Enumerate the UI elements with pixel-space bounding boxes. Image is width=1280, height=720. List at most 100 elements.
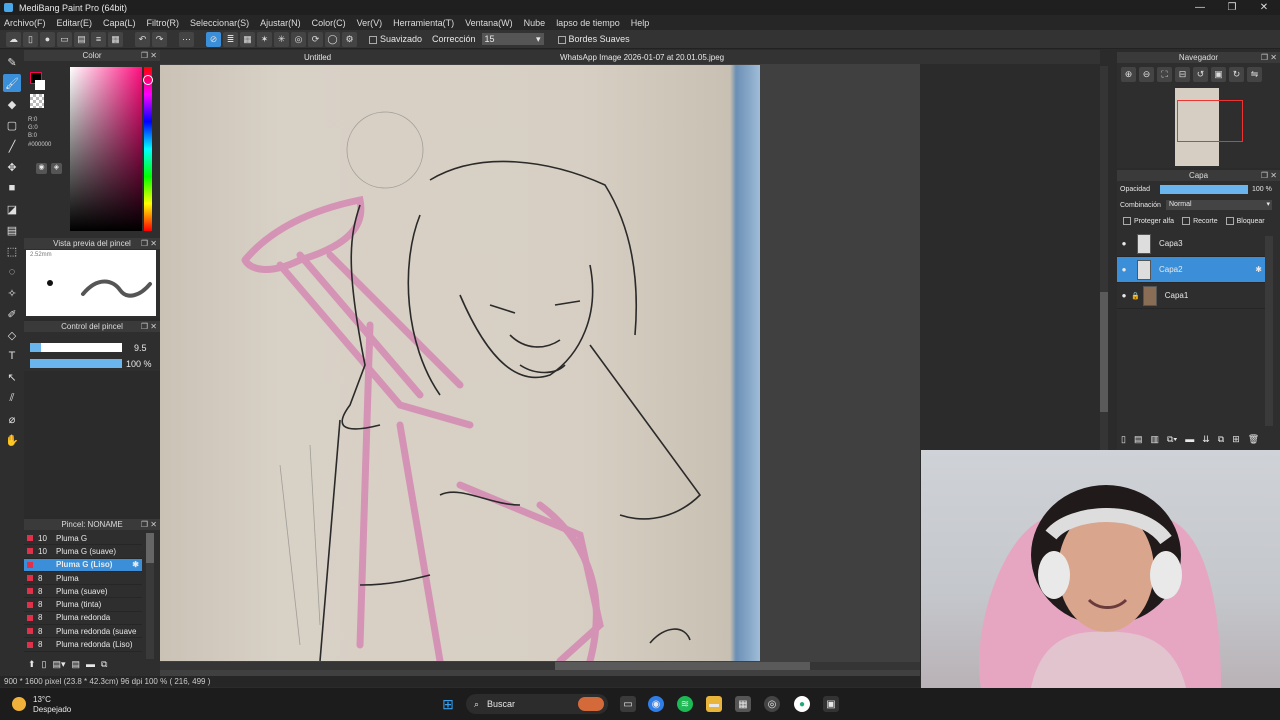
- brush-item[interactable]: 8 Pluma (suave): [24, 585, 142, 599]
- layer-opacity-slider[interactable]: [1160, 184, 1248, 194]
- fit-icon[interactable]: ⛶: [1157, 67, 1172, 82]
- trash-icon[interactable]: 🗑: [1248, 434, 1259, 445]
- transparent-swatch[interactable]: [30, 94, 44, 108]
- rect-icon[interactable]: ▢: [3, 116, 21, 134]
- perspective-snap-icon[interactable]: ✳: [274, 31, 289, 47]
- move-icon[interactable]: ✥: [3, 158, 21, 176]
- brush-item[interactable]: 10 Pluma G: [24, 532, 142, 546]
- hand-icon[interactable]: ✋: [3, 431, 21, 449]
- color-pick-icon[interactable]: ◈: [51, 163, 62, 174]
- gear-icon[interactable]: ✱: [132, 560, 139, 569]
- minimize-button[interactable]: —: [1184, 0, 1216, 15]
- obs-icon[interactable]: ◎: [764, 696, 780, 712]
- new-layer-icon[interactable]: ▯: [1121, 434, 1126, 445]
- visibility-eye-icon[interactable]: ●: [1117, 265, 1131, 274]
- hue-handle[interactable]: [143, 75, 153, 85]
- layer-row-selected[interactable]: ● Capa2 ✱: [1117, 257, 1265, 283]
- brush-item[interactable]: 10 Pluma G (suave): [24, 545, 142, 559]
- saturation-value-picker[interactable]: [70, 67, 142, 231]
- pen-icon[interactable]: ✎: [3, 53, 21, 71]
- gradient-icon[interactable]: ▤: [3, 221, 21, 239]
- grid-snap-icon[interactable]: ▦: [240, 31, 255, 47]
- curve-snap-icon[interactable]: ⟳: [308, 31, 323, 47]
- radial-snap-icon[interactable]: ✶: [257, 31, 272, 47]
- panel-close-icon[interactable]: ❐ ✕: [141, 322, 157, 331]
- menu-icon[interactable]: ≡: [91, 31, 106, 47]
- menu-cloud[interactable]: Nube: [524, 18, 546, 28]
- lock-icon[interactable]: 🔒: [1131, 292, 1140, 300]
- menu-select[interactable]: Seleccionar(S): [190, 18, 249, 28]
- maximize-button[interactable]: ❐: [1216, 0, 1248, 15]
- panel-close-icon[interactable]: ❐ ✕: [141, 520, 157, 529]
- brush-item[interactable]: 8 Pluma redonda: [24, 612, 142, 626]
- dotted-select-icon[interactable]: ⋯: [179, 31, 194, 47]
- layer-row[interactable]: ● 🔒 Capa1: [1117, 283, 1265, 309]
- snap-off-icon[interactable]: ⊘: [206, 31, 221, 47]
- panel-close-icon[interactable]: ❐ ✕: [141, 239, 157, 248]
- layer-scrollbar[interactable]: [1265, 236, 1273, 426]
- bucket-icon[interactable]: ◪: [3, 200, 21, 218]
- select-rect-icon[interactable]: ⬚: [3, 242, 21, 260]
- task-view-icon[interactable]: ▭: [620, 696, 636, 712]
- select-pen-icon[interactable]: ✐: [3, 305, 21, 323]
- smooth-checkbox[interactable]: Suavizado: [369, 34, 422, 44]
- protect-alpha-checkbox[interactable]: Proteger alfa: [1123, 217, 1174, 225]
- lock-checkbox[interactable]: Bloquear: [1225, 217, 1265, 225]
- menu-timelapse[interactable]: lapso de tiempo: [556, 18, 620, 28]
- new-halftone-layer-icon[interactable]: ▤: [1134, 434, 1143, 445]
- brush-opacity-slider[interactable]: [30, 359, 122, 368]
- artwork-canvas[interactable]: [160, 65, 760, 665]
- settings-snap-icon[interactable]: ⚙: [342, 31, 357, 47]
- weather-widget[interactable]: 13°C Despejado: [33, 695, 71, 715]
- shrink-icon[interactable]: ⊟: [1175, 67, 1190, 82]
- brush-item[interactable]: 8 Pluma (tinta): [24, 598, 142, 612]
- brush-item[interactable]: 8 Pluma redonda (Liso): [24, 638, 142, 652]
- blend-mode-select[interactable]: Normal ▾: [1166, 200, 1272, 210]
- merge-down-icon[interactable]: ⇊: [1202, 434, 1210, 445]
- operation-icon[interactable]: ↖: [3, 368, 21, 386]
- panel-close-icon[interactable]: ❐ ✕: [1261, 53, 1277, 62]
- layer-menu-icon[interactable]: ⧉▾: [1167, 434, 1177, 445]
- ellipse-snap-icon[interactable]: ◯: [325, 31, 340, 47]
- spotify-icon[interactable]: ≋: [677, 696, 693, 712]
- hue-slider[interactable]: [144, 67, 152, 231]
- brush-folder-icon[interactable]: ▬: [86, 659, 95, 670]
- color-wheel-icon[interactable]: ◉: [36, 163, 47, 174]
- panel-icon[interactable]: ▭: [57, 31, 72, 47]
- clip-checkbox[interactable]: Recorte: [1182, 217, 1218, 225]
- navigator-viewport-frame[interactable]: [1177, 100, 1243, 142]
- soft-edges-checkbox[interactable]: Bordes Suaves: [557, 34, 630, 44]
- lasso-icon[interactable]: ◌: [3, 263, 21, 281]
- brush-menu-icon[interactable]: ▤▾: [53, 659, 66, 670]
- rotate-right-icon[interactable]: ↻: [1229, 67, 1244, 82]
- panel-close-icon[interactable]: ❐ ✕: [141, 51, 157, 60]
- windows-start-icon[interactable]: ⊞: [440, 696, 456, 712]
- menu-view[interactable]: Ver(V): [357, 18, 383, 28]
- brush-item[interactable]: 8 Pluma redonda (suave: [24, 625, 142, 639]
- brush-duplicate-icon[interactable]: ⧉: [101, 659, 107, 670]
- circle-snap-icon[interactable]: ◎: [291, 31, 306, 47]
- redo-icon[interactable]: ↷: [152, 31, 167, 47]
- secondary-color-swatch[interactable]: [35, 80, 45, 90]
- taskbar-search[interactable]: ⌕ Buscar: [466, 694, 608, 714]
- fill-rect-icon[interactable]: ■: [3, 179, 21, 197]
- brush-icon[interactable]: 🖌: [3, 74, 21, 92]
- undo-icon[interactable]: ↶: [135, 31, 150, 47]
- brush-list-scrollbar[interactable]: [146, 533, 154, 659]
- brush-item[interactable]: 8 Pluma: [24, 572, 142, 586]
- chrome-icon[interactable]: ◉: [648, 696, 664, 712]
- select-eraser-icon[interactable]: ◇: [3, 326, 21, 344]
- correction-select[interactable]: 15 ▾: [481, 33, 544, 45]
- tab-untitled[interactable]: Untitled: [304, 53, 331, 62]
- menu-window[interactable]: Ventana(W): [465, 18, 513, 28]
- visibility-eye-icon[interactable]: ●: [1117, 291, 1131, 300]
- app-icon-green[interactable]: ●: [794, 696, 810, 712]
- layer-settings-icon[interactable]: ⊞: [1232, 434, 1240, 445]
- parallel-snap-icon[interactable]: ≣: [223, 31, 238, 47]
- store-icon[interactable]: ▦: [735, 696, 751, 712]
- line-icon[interactable]: ╱: [3, 137, 21, 155]
- cloud-icon[interactable]: ☁: [6, 31, 21, 47]
- brush-copy-icon[interactable]: ▤: [72, 659, 81, 670]
- medibang-icon[interactable]: ▣: [823, 696, 839, 712]
- brush-size-slider[interactable]: [30, 343, 122, 352]
